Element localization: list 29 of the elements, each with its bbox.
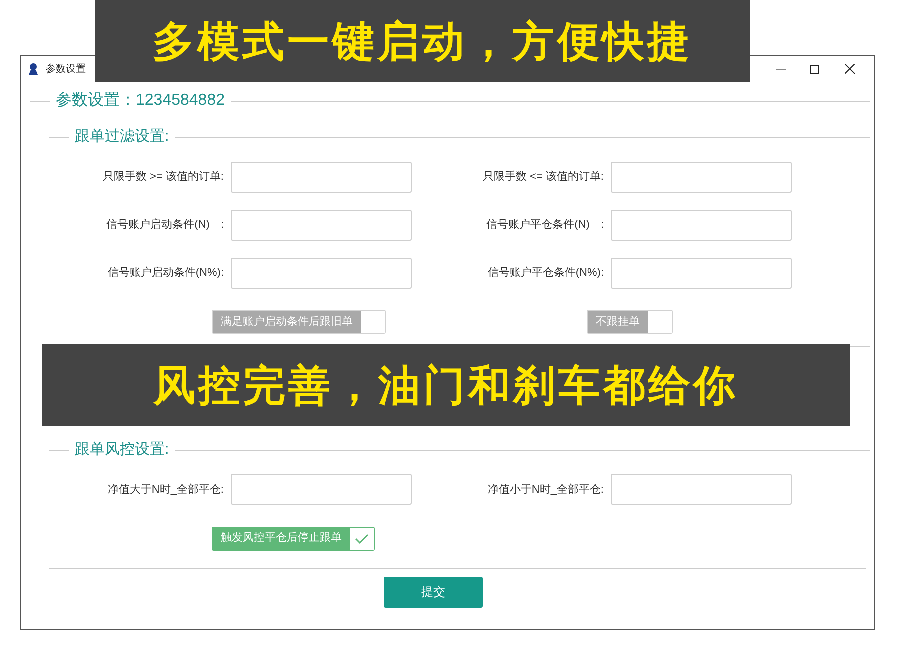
input-field[interactable] (611, 210, 792, 240)
input-field[interactable] (231, 474, 412, 506)
input-field[interactable] (231, 210, 412, 240)
caption-banner: 多模式一键启动，方便快捷 (95, 0, 750, 82)
checkbox-toggle[interactable]: 触发风控平仓后停止跟单 (212, 526, 375, 550)
checkmark-icon (355, 534, 369, 544)
field-label: 信号账户启动条件(N) : (106, 218, 225, 233)
field-label: 信号账户平仓条件(N) : (486, 218, 605, 233)
section-title: 参数设置：1234584882 (55, 90, 226, 111)
checkbox-toggle[interactable]: 满足账户启动条件后跟旧单 (212, 310, 386, 334)
submit-button[interactable]: 提交 (384, 576, 483, 608)
app-logo-icon (27, 62, 40, 76)
window-title: 参数设置 (46, 62, 86, 76)
input-field[interactable] (231, 258, 412, 288)
input-field[interactable] (611, 162, 792, 192)
field-label: 只限手数 <= 该值的订单: (482, 170, 605, 185)
input-field[interactable] (611, 474, 792, 506)
section-title: 跟单过滤设置: (74, 127, 170, 147)
field-label: 净值小于N时_全部平仓: (486, 482, 605, 498)
field-label: 净值大于N时_全部平仓: (106, 482, 225, 498)
input-field[interactable] (611, 258, 792, 288)
input-field[interactable] (231, 162, 412, 192)
section-title: 跟单风控设置: (74, 440, 170, 460)
checkbox-toggle[interactable]: 不跟挂单 (587, 310, 673, 334)
field-label: 只限手数 >= 该值的订单: (102, 170, 225, 185)
close-icon (845, 64, 855, 74)
caption-banner: 风控完善，油门和刹车都给你 (42, 344, 850, 426)
field-label: 信号账户平仓条件(N%): (486, 266, 605, 281)
field-label: 信号账户启动条件(N%): (106, 266, 225, 281)
